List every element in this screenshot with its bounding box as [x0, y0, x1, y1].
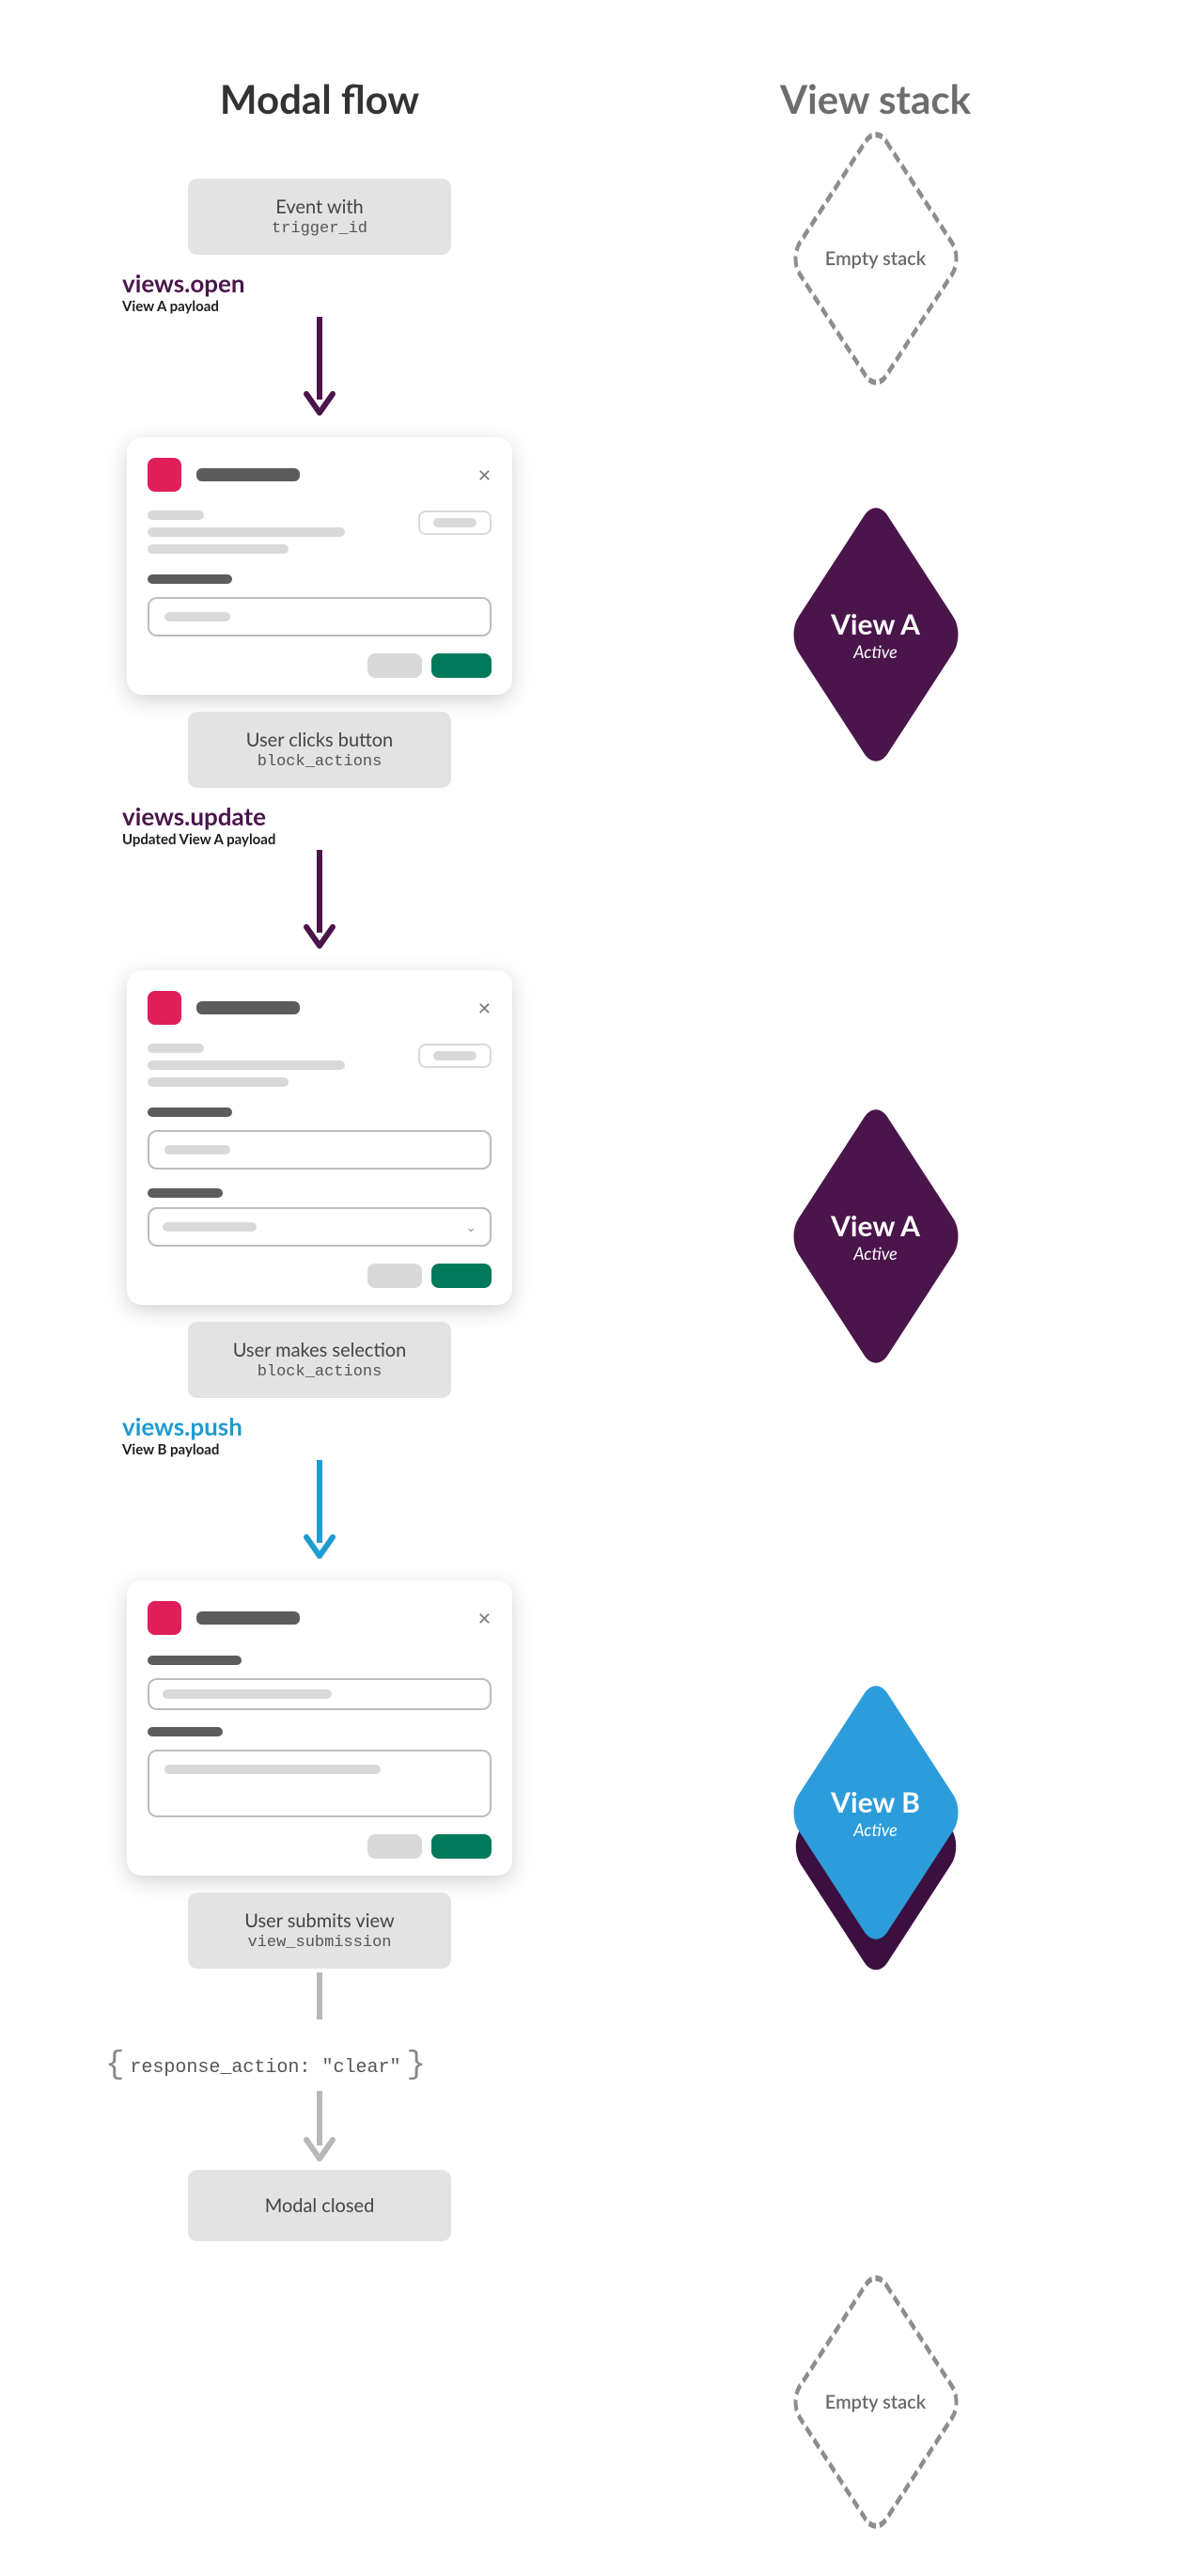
stack-view-name: View A [831, 607, 920, 641]
chevron-down-icon: ⌄ [465, 1218, 476, 1235]
action-title: views.open [122, 268, 245, 298]
modal-closed-box: Modal closed [188, 2170, 451, 2241]
close-icon[interactable]: ✕ [477, 999, 492, 1016]
button-label-placeholder [433, 518, 476, 527]
submit-button[interactable] [431, 653, 492, 678]
select-placeholder [163, 1222, 257, 1232]
modal-view-b: ✕ [127, 1580, 512, 1876]
input-placeholder [164, 1145, 230, 1154]
modal-view-a: ✕ [127, 437, 512, 695]
close-icon[interactable]: ✕ [477, 466, 492, 483]
stack-empty-final: Empty stack [754, 2322, 998, 2482]
action-views-open: views.open View A payload [122, 268, 245, 315]
stack-view-state: Active [831, 1819, 920, 1840]
field-label-placeholder [148, 574, 232, 584]
event-title: User clicks button [220, 729, 419, 751]
stack-view-state: Active [831, 1243, 920, 1264]
submit-button[interactable] [431, 1834, 492, 1859]
text-placeholder [148, 527, 345, 537]
event-title: Event with [220, 196, 419, 218]
button-label-placeholder [433, 1051, 476, 1060]
view-stack-column: View stack Empty stack View A Active Vie… [620, 75, 1131, 2482]
empty-stack-label: Empty stack [825, 2391, 926, 2413]
submit-button[interactable] [431, 1264, 492, 1288]
arrow-down-icon [301, 1972, 338, 2038]
response-action-code: { response_action: "clear" } [100, 2050, 431, 2085]
modal-title-placeholder [196, 1001, 300, 1014]
text-placeholder [148, 1044, 204, 1053]
event-title: User makes selection [220, 1339, 419, 1361]
event-subtitle: trigger_id [220, 220, 419, 238]
action-subtitle: Updated View A payload [122, 831, 275, 848]
view-stack-heading: View stack [780, 75, 971, 122]
stack-view-name: View B [831, 1785, 920, 1819]
select-input[interactable]: ⌄ [148, 1207, 492, 1247]
outline-button[interactable] [418, 1044, 492, 1068]
stack-view-name: View A [831, 1209, 920, 1243]
action-subtitle: View A payload [122, 298, 245, 315]
text-input[interactable] [148, 597, 492, 636]
stack-empty: Empty stack [754, 179, 998, 338]
stack-view-b-on-a: View B Active [740, 1730, 1012, 1918]
event-block-actions-click: User clicks button block_actions [188, 712, 451, 788]
arrow-down-icon [301, 850, 338, 953]
event-view-submission: User submits view view_submission [188, 1893, 451, 1969]
field-label-placeholder [148, 1656, 242, 1665]
text-placeholder [148, 510, 204, 520]
text-input[interactable] [148, 1678, 492, 1710]
modal-closed-label: Modal closed [265, 2194, 375, 2217]
app-icon [148, 1601, 181, 1635]
field-label-placeholder [148, 1727, 223, 1736]
input-placeholder [164, 612, 230, 621]
app-icon [148, 458, 181, 492]
text-placeholder [148, 1077, 289, 1087]
modal-flow-heading: Modal flow [220, 75, 419, 122]
event-subtitle: block_actions [220, 1363, 419, 1381]
field-label-placeholder [148, 1188, 223, 1198]
stack-view-a: View A Active [754, 555, 998, 715]
input-placeholder [164, 1765, 381, 1774]
text-placeholder [148, 1060, 345, 1070]
outline-button[interactable] [418, 510, 492, 535]
action-subtitle: View B payload [122, 1441, 242, 1458]
action-views-update: views.update Updated View A payload [122, 801, 275, 848]
modal-view-a-updated: ✕ ⌄ [127, 970, 512, 1305]
stack-view-a-updated: View A Active [754, 1156, 998, 1316]
close-icon[interactable]: ✕ [477, 1610, 492, 1626]
event-trigger-id: Event with trigger_id [188, 179, 451, 255]
event-block-actions-select: User makes selection block_actions [188, 1322, 451, 1398]
text-input[interactable] [148, 1130, 492, 1170]
event-title: User submits view [220, 1909, 419, 1932]
event-subtitle: view_submission [220, 1934, 419, 1952]
response-action-text: response_action: "clear" [130, 2057, 400, 2079]
modal-title-placeholder [196, 1611, 300, 1625]
brace-icon: } [406, 2048, 425, 2083]
text-placeholder [148, 544, 289, 554]
modal-flow-column: Modal flow Event with trigger_id views.o… [56, 75, 583, 2482]
empty-stack-label: Empty stack [825, 247, 926, 270]
arrow-down-icon [301, 1460, 338, 1563]
action-views-push: views.push View B payload [122, 1411, 242, 1458]
field-label-placeholder [148, 1107, 232, 1117]
textarea-input[interactable] [148, 1750, 492, 1817]
app-icon [148, 991, 181, 1025]
cancel-button[interactable] [367, 1834, 422, 1859]
modal-title-placeholder [196, 468, 300, 481]
input-placeholder [163, 1689, 332, 1699]
event-subtitle: block_actions [220, 753, 419, 771]
cancel-button[interactable] [367, 653, 422, 678]
cancel-button[interactable] [367, 1264, 422, 1288]
brace-icon: { [105, 2048, 124, 2083]
action-title: views.push [122, 1411, 242, 1441]
action-title: views.update [122, 801, 275, 831]
stack-view-state: Active [831, 641, 920, 662]
arrow-down-icon [301, 2091, 338, 2166]
arrow-down-icon [301, 317, 338, 420]
